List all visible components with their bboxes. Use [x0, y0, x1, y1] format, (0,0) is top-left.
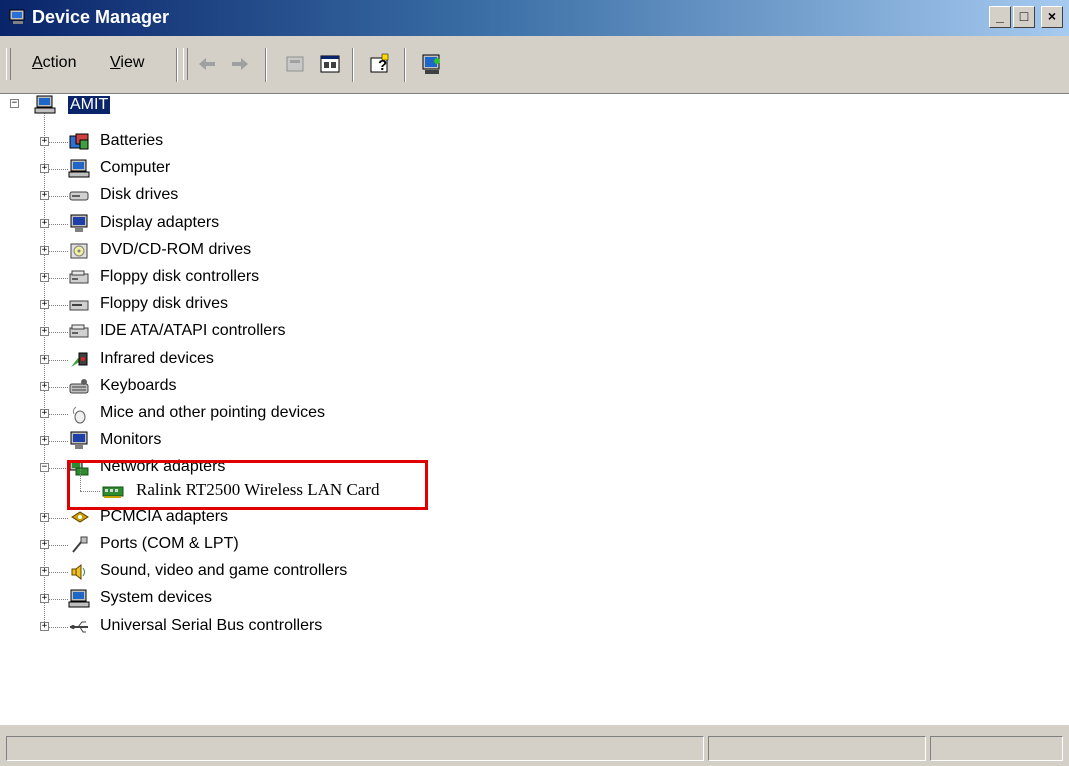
toolbar-separator — [265, 48, 267, 82]
expand-toggle-dvd-cd-rom-drives[interactable]: + — [40, 246, 49, 255]
toolbar-separator — [176, 48, 178, 82]
forward-icon[interactable] — [228, 52, 252, 76]
tree-root-label[interactable]: AMIT — [68, 96, 111, 114]
floppy-icon — [69, 300, 89, 311]
expand-toggle-computer[interactable]: + — [40, 164, 49, 173]
tree-item-infrared-devices[interactable]: Infrared devices — [100, 350, 214, 368]
maximize-button[interactable]: □ — [1013, 6, 1035, 28]
tree-item-disk-drives[interactable]: Disk drives — [100, 186, 178, 204]
toolbar-separator — [404, 48, 406, 82]
expand-toggle-disk-drives[interactable]: + — [40, 191, 49, 200]
usb-icon — [70, 621, 88, 633]
expand-toggle-floppy-disk-drives[interactable]: + — [40, 300, 49, 309]
display-adapter-icon — [70, 214, 88, 232]
tree-item-batteries[interactable]: Batteries — [100, 132, 163, 150]
status-panel-main — [6, 736, 704, 761]
tree-item-keyboards[interactable]: Keyboards — [100, 377, 177, 395]
tree-item-mice-and-other-pointing-devices[interactable]: Mice and other pointing devices — [100, 404, 325, 422]
close-button[interactable]: × — [1041, 6, 1063, 28]
device-tree[interactable]: − AMIT + Batteries + Computer + Disk drives + D… — [0, 94, 1069, 724]
status-panel-tertiary — [930, 736, 1063, 761]
speaker-icon — [71, 563, 85, 581]
controller-icon — [69, 270, 89, 284]
mouse-icon — [72, 406, 86, 424]
tree-item-floppy-disk-controllers[interactable]: Floppy disk controllers — [100, 268, 259, 286]
pcmcia-icon — [71, 511, 89, 523]
controller-icon — [69, 324, 89, 338]
up-icon[interactable] — [283, 52, 307, 76]
window-title: Device Manager — [32, 7, 170, 27]
computer-icon — [68, 159, 90, 178]
infrared-icon — [71, 352, 88, 367]
status-panel-secondary — [708, 736, 926, 761]
keyboard-icon — [69, 379, 89, 394]
root-collapse-toggle[interactable]: − — [10, 99, 19, 108]
minimize-button[interactable]: _ — [989, 6, 1011, 28]
port-icon — [72, 536, 88, 553]
disk-drive-icon — [69, 191, 89, 201]
toolbar-separator — [352, 48, 354, 82]
tree-item-sound-video-and-game-controllers[interactable]: Sound, video and game controllers — [100, 562, 347, 580]
tree-item-ide-ata-atapi-controllers[interactable]: IDE ATA/ATAPI controllers — [100, 322, 286, 340]
expand-toggle-floppy-disk-controllers[interactable]: + — [40, 273, 49, 282]
expand-toggle-ide-ata-atapi-controllers[interactable]: + — [40, 327, 49, 336]
tree-item-floppy-disk-drives[interactable]: Floppy disk drives — [100, 295, 228, 313]
tree-item-computer[interactable]: Computer — [100, 159, 170, 177]
tree-item-monitors[interactable]: Monitors — [100, 431, 161, 449]
toolbar-gripper[interactable] — [6, 48, 11, 80]
toolbar-gripper[interactable] — [183, 48, 188, 80]
tree-item-system-devices[interactable]: System devices — [100, 589, 212, 607]
status-bar — [0, 724, 1069, 766]
expand-toggle-system-devices[interactable]: + — [40, 594, 49, 603]
expand-toggle-display-adapters[interactable]: + — [40, 219, 49, 228]
monitor-icon — [70, 431, 88, 449]
expand-toggle-infrared-devices[interactable]: + — [40, 355, 49, 364]
expand-toggle-network-adapters[interactable]: − — [40, 463, 49, 472]
expand-toggle-monitors[interactable]: + — [40, 436, 49, 445]
annotation-highlight — [67, 460, 428, 510]
computer-icon — [34, 95, 56, 114]
expand-toggle-mice-and-other-pointing-devices[interactable]: + — [40, 409, 49, 418]
tree-item-pcmcia-adapters[interactable]: PCMCIA adapters — [100, 508, 228, 526]
view-menu[interactable]: View — [110, 54, 144, 72]
battery-icon — [69, 133, 89, 150]
scan-hardware-icon[interactable] — [420, 52, 444, 76]
tree-item-universal-serial-bus-controllers[interactable]: Universal Serial Bus controllers — [100, 617, 322, 635]
expand-toggle-ports-com-lpt[interactable]: + — [40, 540, 49, 549]
action-menu[interactable]: Action — [32, 54, 76, 72]
title-bar[interactable]: Device Manager _ □ × — [0, 0, 1069, 36]
expand-toggle-sound-video-and-game-controllers[interactable]: + — [40, 567, 49, 576]
help-icon[interactable]: ? — [368, 52, 392, 76]
expand-toggle-batteries[interactable]: + — [40, 137, 49, 146]
back-icon[interactable] — [195, 52, 219, 76]
device-manager-icon — [9, 9, 25, 24]
toolbar: Action View ? — [0, 36, 1069, 94]
tree-item-display-adapters[interactable]: Display adapters — [100, 214, 219, 232]
cdrom-icon — [70, 243, 88, 259]
system-icon — [68, 589, 90, 608]
expand-toggle-universal-serial-bus-controllers[interactable]: + — [40, 622, 49, 631]
tree-item-dvd-cd-rom-drives[interactable]: DVD/CD-ROM drives — [100, 241, 251, 259]
tree-item-ports-com-lpt[interactable]: Ports (COM & LPT) — [100, 535, 239, 553]
properties-icon[interactable] — [318, 52, 342, 76]
expand-toggle-keyboards[interactable]: + — [40, 382, 49, 391]
expand-toggle-pcmcia-adapters[interactable]: + — [40, 513, 49, 522]
